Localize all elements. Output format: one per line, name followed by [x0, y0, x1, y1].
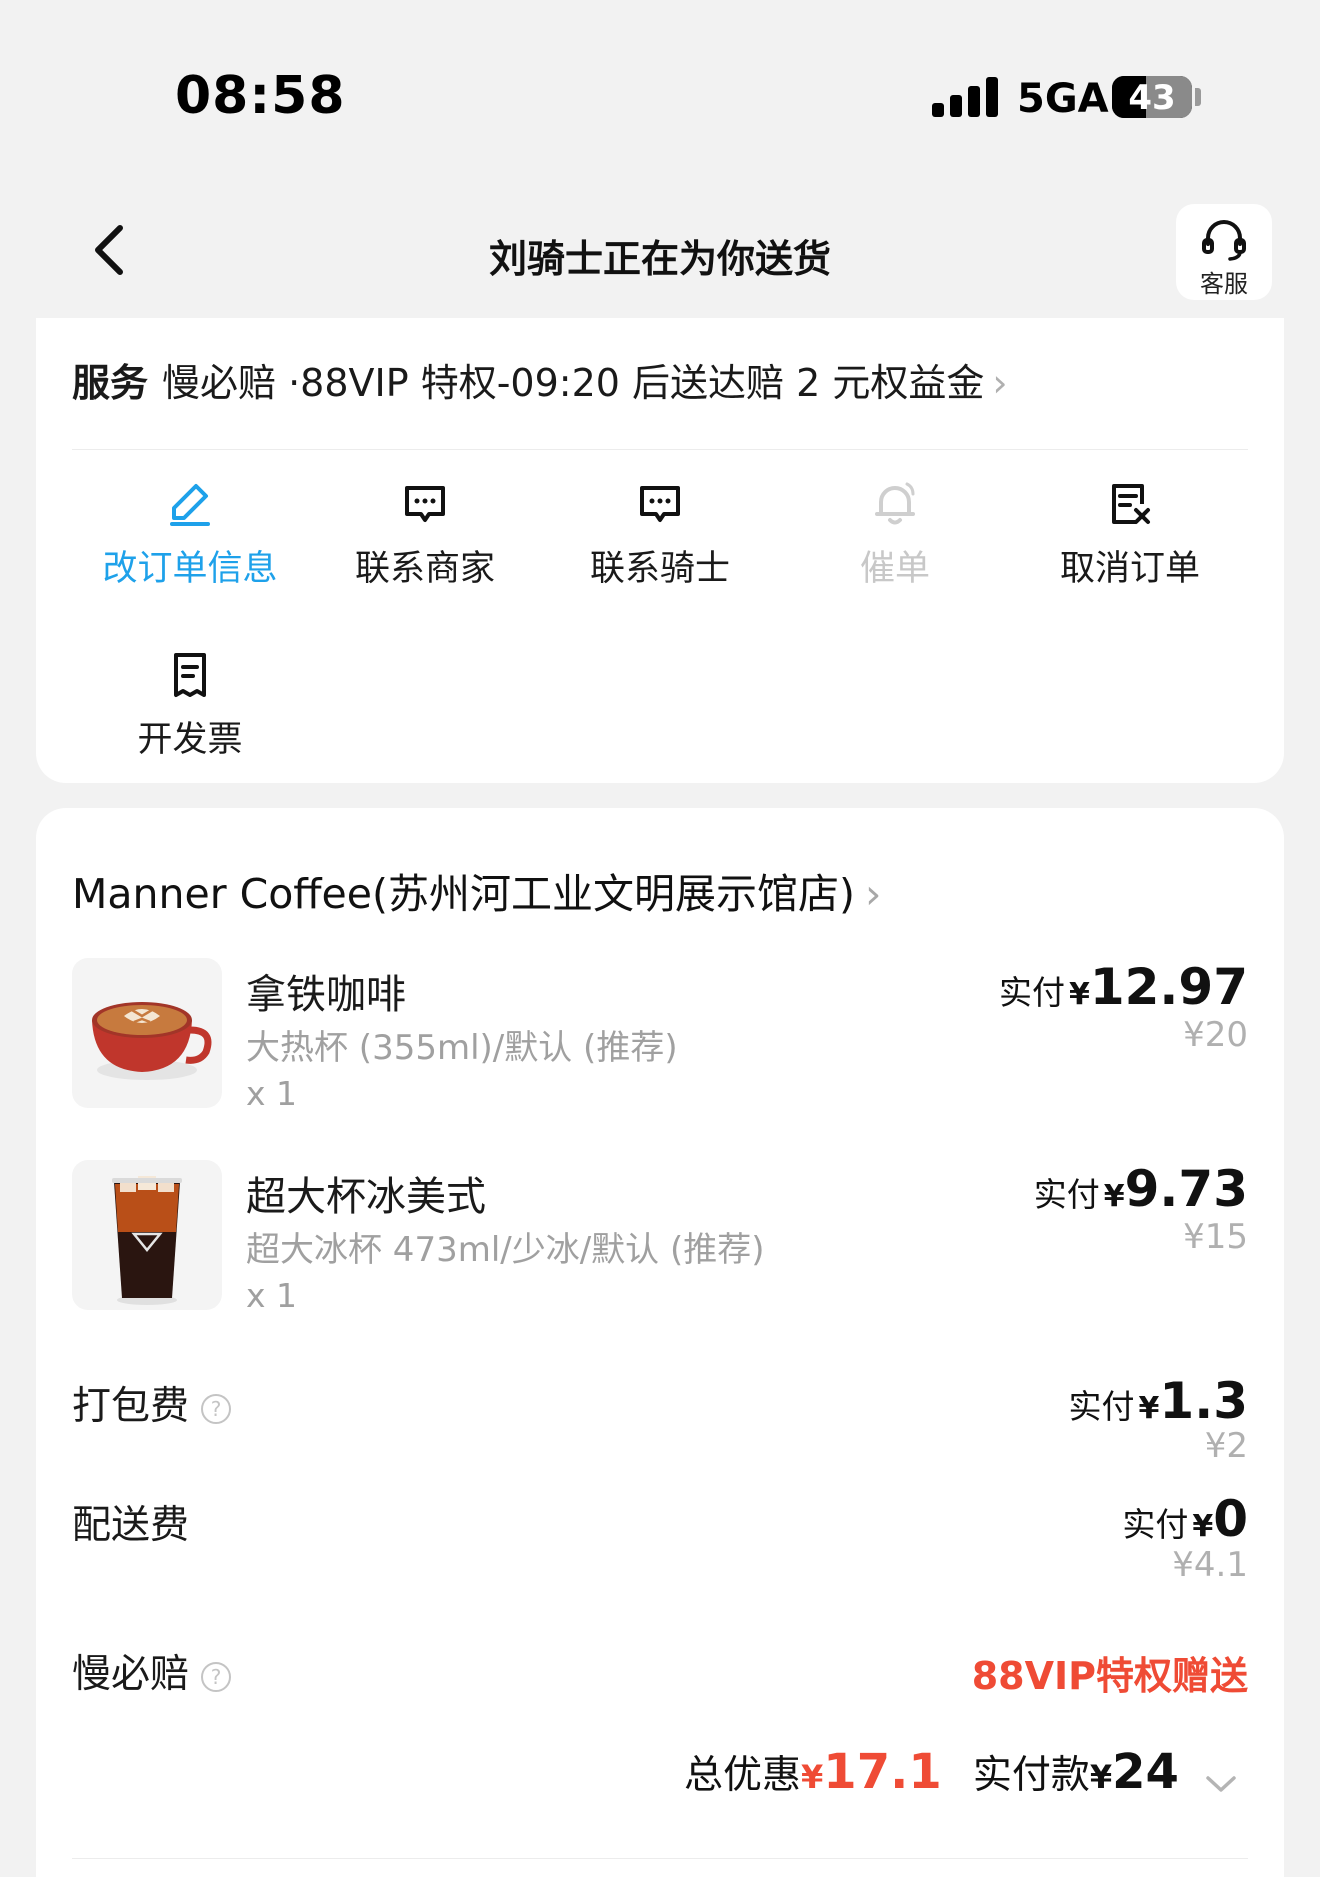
product-spec: 超大冰杯 473ml/少冰/默认 (推荐) [246, 1230, 765, 1270]
cancel-order-button[interactable]: 取消订单 [1012, 480, 1248, 591]
chevron-right-icon: › [992, 361, 1008, 405]
help-icon[interactable]: ? [201, 1393, 232, 1424]
packing-fee-original: ¥2 [1204, 1426, 1248, 1466]
total-paid-label: 实付款 [972, 1753, 1090, 1798]
help-icon[interactable]: ? [201, 1661, 232, 1692]
action-label: 催单 [859, 549, 930, 589]
chat-icon [405, 486, 445, 522]
total-discount-label: 总优惠 [684, 1753, 802, 1798]
product-quantity: x 1 [246, 1276, 298, 1315]
cancel-document-icon [1112, 484, 1150, 524]
slow-compensation-label: 慢必赔 [72, 1652, 190, 1697]
urge-order-button[interactable]: 催单 [777, 480, 1013, 591]
contact-rider-button[interactable]: 联系骑士 [542, 480, 778, 591]
service-text: 慢必赔 ·88VIP 特权-09:20 后送达赔 2 元权益金 [162, 361, 985, 405]
product-quantity: x 1 [246, 1074, 298, 1113]
service-row[interactable]: 服务 慢必赔 ·88VIP 特权-09:20 后送达赔 2 元权益金 › [72, 352, 1008, 407]
action-label: 联系骑士 [589, 549, 730, 589]
product-name: 拿铁咖啡 [246, 972, 406, 1018]
product-spec: 大热杯 (355ml)/默认 (推荐) [246, 1028, 678, 1068]
action-label: 改订单信息 [102, 549, 278, 589]
order-totals[interactable]: 总优惠¥17.1 实付款¥24 [684, 1744, 1238, 1800]
product-original-price: ¥15 [1183, 1217, 1248, 1257]
chevron-down-icon [1206, 1775, 1236, 1792]
packing-fee-paid: 实付 ¥1.3 [1068, 1372, 1248, 1430]
signal-icon [932, 77, 998, 117]
edit-icon [170, 484, 210, 526]
divider [72, 1858, 1248, 1859]
battery-level: 43 [1128, 78, 1176, 118]
bell-icon [875, 482, 915, 525]
total-discount-amount: 17.1 [823, 1744, 942, 1800]
edit-order-button[interactable]: 改订单信息 [72, 480, 308, 591]
network-type: 5GA [1017, 76, 1109, 122]
product-paid-price: 实付 ¥9.73 [1033, 1160, 1248, 1218]
total-paid-amount: 24 [1112, 1744, 1179, 1800]
delivery-fee-original: ¥4.1 [1172, 1545, 1248, 1585]
delivery-fee-label: 配送费 [72, 1503, 190, 1548]
packing-fee-row: 打包费? [72, 1375, 232, 1431]
delivery-fee-paid: 实付 ¥0 [1122, 1490, 1248, 1548]
headset-icon [1202, 220, 1246, 261]
store-link[interactable]: Manner Coffee(苏州河工业文明展示馆店) › [72, 860, 881, 920]
chevron-right-icon: › [864, 870, 882, 918]
action-label: 取消订单 [1059, 549, 1200, 589]
product-original-price: ¥20 [1183, 1015, 1248, 1055]
action-label: 联系商家 [354, 549, 495, 589]
status-bar: 08:58 5GA 43 [0, 0, 1320, 190]
service-label: 服务 [72, 361, 149, 405]
customer-service-button[interactable]: 客服 [1176, 204, 1272, 300]
divider [72, 449, 1248, 450]
latte-image[interactable] [72, 958, 222, 1108]
slow-compensation-row: 慢必赔? [72, 1643, 232, 1699]
store-name: Manner Coffee(苏州河工业文明展示馆店) [72, 870, 855, 918]
vip-gift-text: 88VIP特权赠送 [971, 1654, 1248, 1698]
product-paid-price: 实付 ¥12.97 [998, 958, 1248, 1016]
contact-merchant-button[interactable]: 联系商家 [307, 480, 543, 591]
receipt-icon [174, 653, 206, 697]
status-time: 08:58 [175, 66, 346, 126]
page-title: 刘骑士正在为你送货 [488, 237, 831, 281]
packing-fee-label: 打包费 [72, 1384, 190, 1429]
battery-cap [1195, 88, 1201, 106]
chat-icon [640, 486, 680, 522]
action-label: 开发票 [137, 720, 243, 760]
product-name: 超大杯冰美式 [246, 1174, 486, 1220]
invoice-button[interactable]: 开发票 [72, 651, 308, 762]
customer-service-label: 客服 [1200, 270, 1248, 298]
battery-icon: 43 [1112, 76, 1192, 118]
iced-americano-image[interactable] [72, 1160, 222, 1310]
